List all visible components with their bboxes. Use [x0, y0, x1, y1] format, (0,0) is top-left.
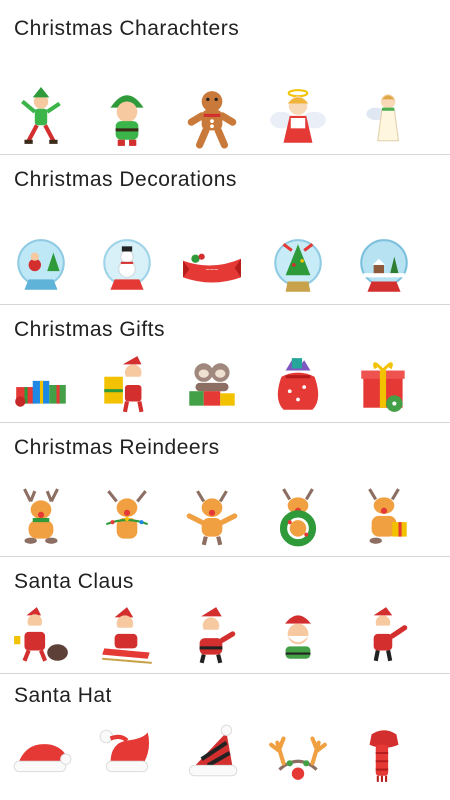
santa-hat-curly-icon[interactable] [92, 718, 162, 788]
gift-box-icon[interactable] [349, 350, 419, 420]
santa-thumbs-up-icon[interactable] [177, 601, 247, 671]
sticker-row [0, 718, 450, 788]
sticker-row: ~~~ [0, 232, 450, 302]
sticker-pack-santa-claus[interactable]: Santa Claus [0, 557, 450, 674]
sticker-pack-christmas-decorations[interactable]: Christmas Decorations ~~~ [0, 155, 450, 305]
elf-dancing-icon[interactable] [6, 83, 76, 153]
reindeer-antlers-headband-icon[interactable] [263, 718, 333, 788]
sticker-row [0, 350, 450, 420]
gift-sack-icon[interactable] [263, 350, 333, 420]
pack-title: Christmas Decorations [14, 168, 237, 191]
reindeer-gift-icon[interactable] [349, 483, 419, 553]
sticker-pack-list: Christmas Charachters Christmas Decorati… [0, 0, 450, 800]
santa-with-sack-icon[interactable] [6, 601, 76, 671]
sticker-pack-christmas-gifts[interactable]: Christmas Gifts [0, 305, 450, 423]
snow-globe-santa-icon[interactable] [6, 232, 76, 302]
santa-hat-icon[interactable] [6, 718, 76, 788]
snow-globe-tree-icon[interactable] [263, 232, 333, 302]
santa-on-sled-icon[interactable] [92, 601, 162, 671]
pack-title: Christmas Reindeers [14, 436, 220, 459]
sticker-pack-christmas-reindeers[interactable]: Christmas Reindeers [0, 423, 450, 557]
svg-text:~~~: ~~~ [206, 265, 219, 274]
snow-globe-village-icon[interactable] [349, 232, 419, 302]
gingerbread-man-icon[interactable] [177, 83, 247, 153]
reindeer-lights-icon[interactable] [92, 483, 162, 553]
angel-small-icon[interactable] [349, 83, 419, 153]
pack-title: Christmas Charachters [14, 17, 240, 40]
ribbon-banner-icon[interactable]: ~~~ [177, 232, 247, 302]
pack-title: Santa Hat [14, 684, 112, 707]
sticker-row [0, 83, 450, 153]
sticker-pack-santa-hat[interactable]: Santa Hat [0, 674, 450, 800]
angel-girl-icon[interactable] [263, 83, 333, 153]
santa-with-gifts-icon[interactable] [92, 350, 162, 420]
striped-hat-icon[interactable] [177, 718, 247, 788]
sloths-with-gifts-icon[interactable] [177, 350, 247, 420]
sticker-row [0, 483, 450, 553]
santa-pointing-icon[interactable] [349, 601, 419, 671]
snow-globe-snowman-icon[interactable] [92, 232, 162, 302]
reindeer-sitting-icon[interactable] [6, 483, 76, 553]
gift-pile-icon[interactable] [6, 350, 76, 420]
scarf-icon[interactable] [349, 718, 419, 788]
pack-title: Christmas Gifts [14, 318, 166, 341]
santa-elf-face-icon[interactable] [263, 601, 333, 671]
reindeer-waving-icon[interactable] [177, 483, 247, 553]
elf-standing-icon[interactable] [92, 83, 162, 153]
pack-title: Santa Claus [14, 570, 134, 593]
sticker-row [0, 601, 450, 671]
sticker-pack-christmas-characters[interactable]: Christmas Charachters [0, 0, 450, 155]
reindeer-wreath-icon[interactable] [263, 483, 333, 553]
